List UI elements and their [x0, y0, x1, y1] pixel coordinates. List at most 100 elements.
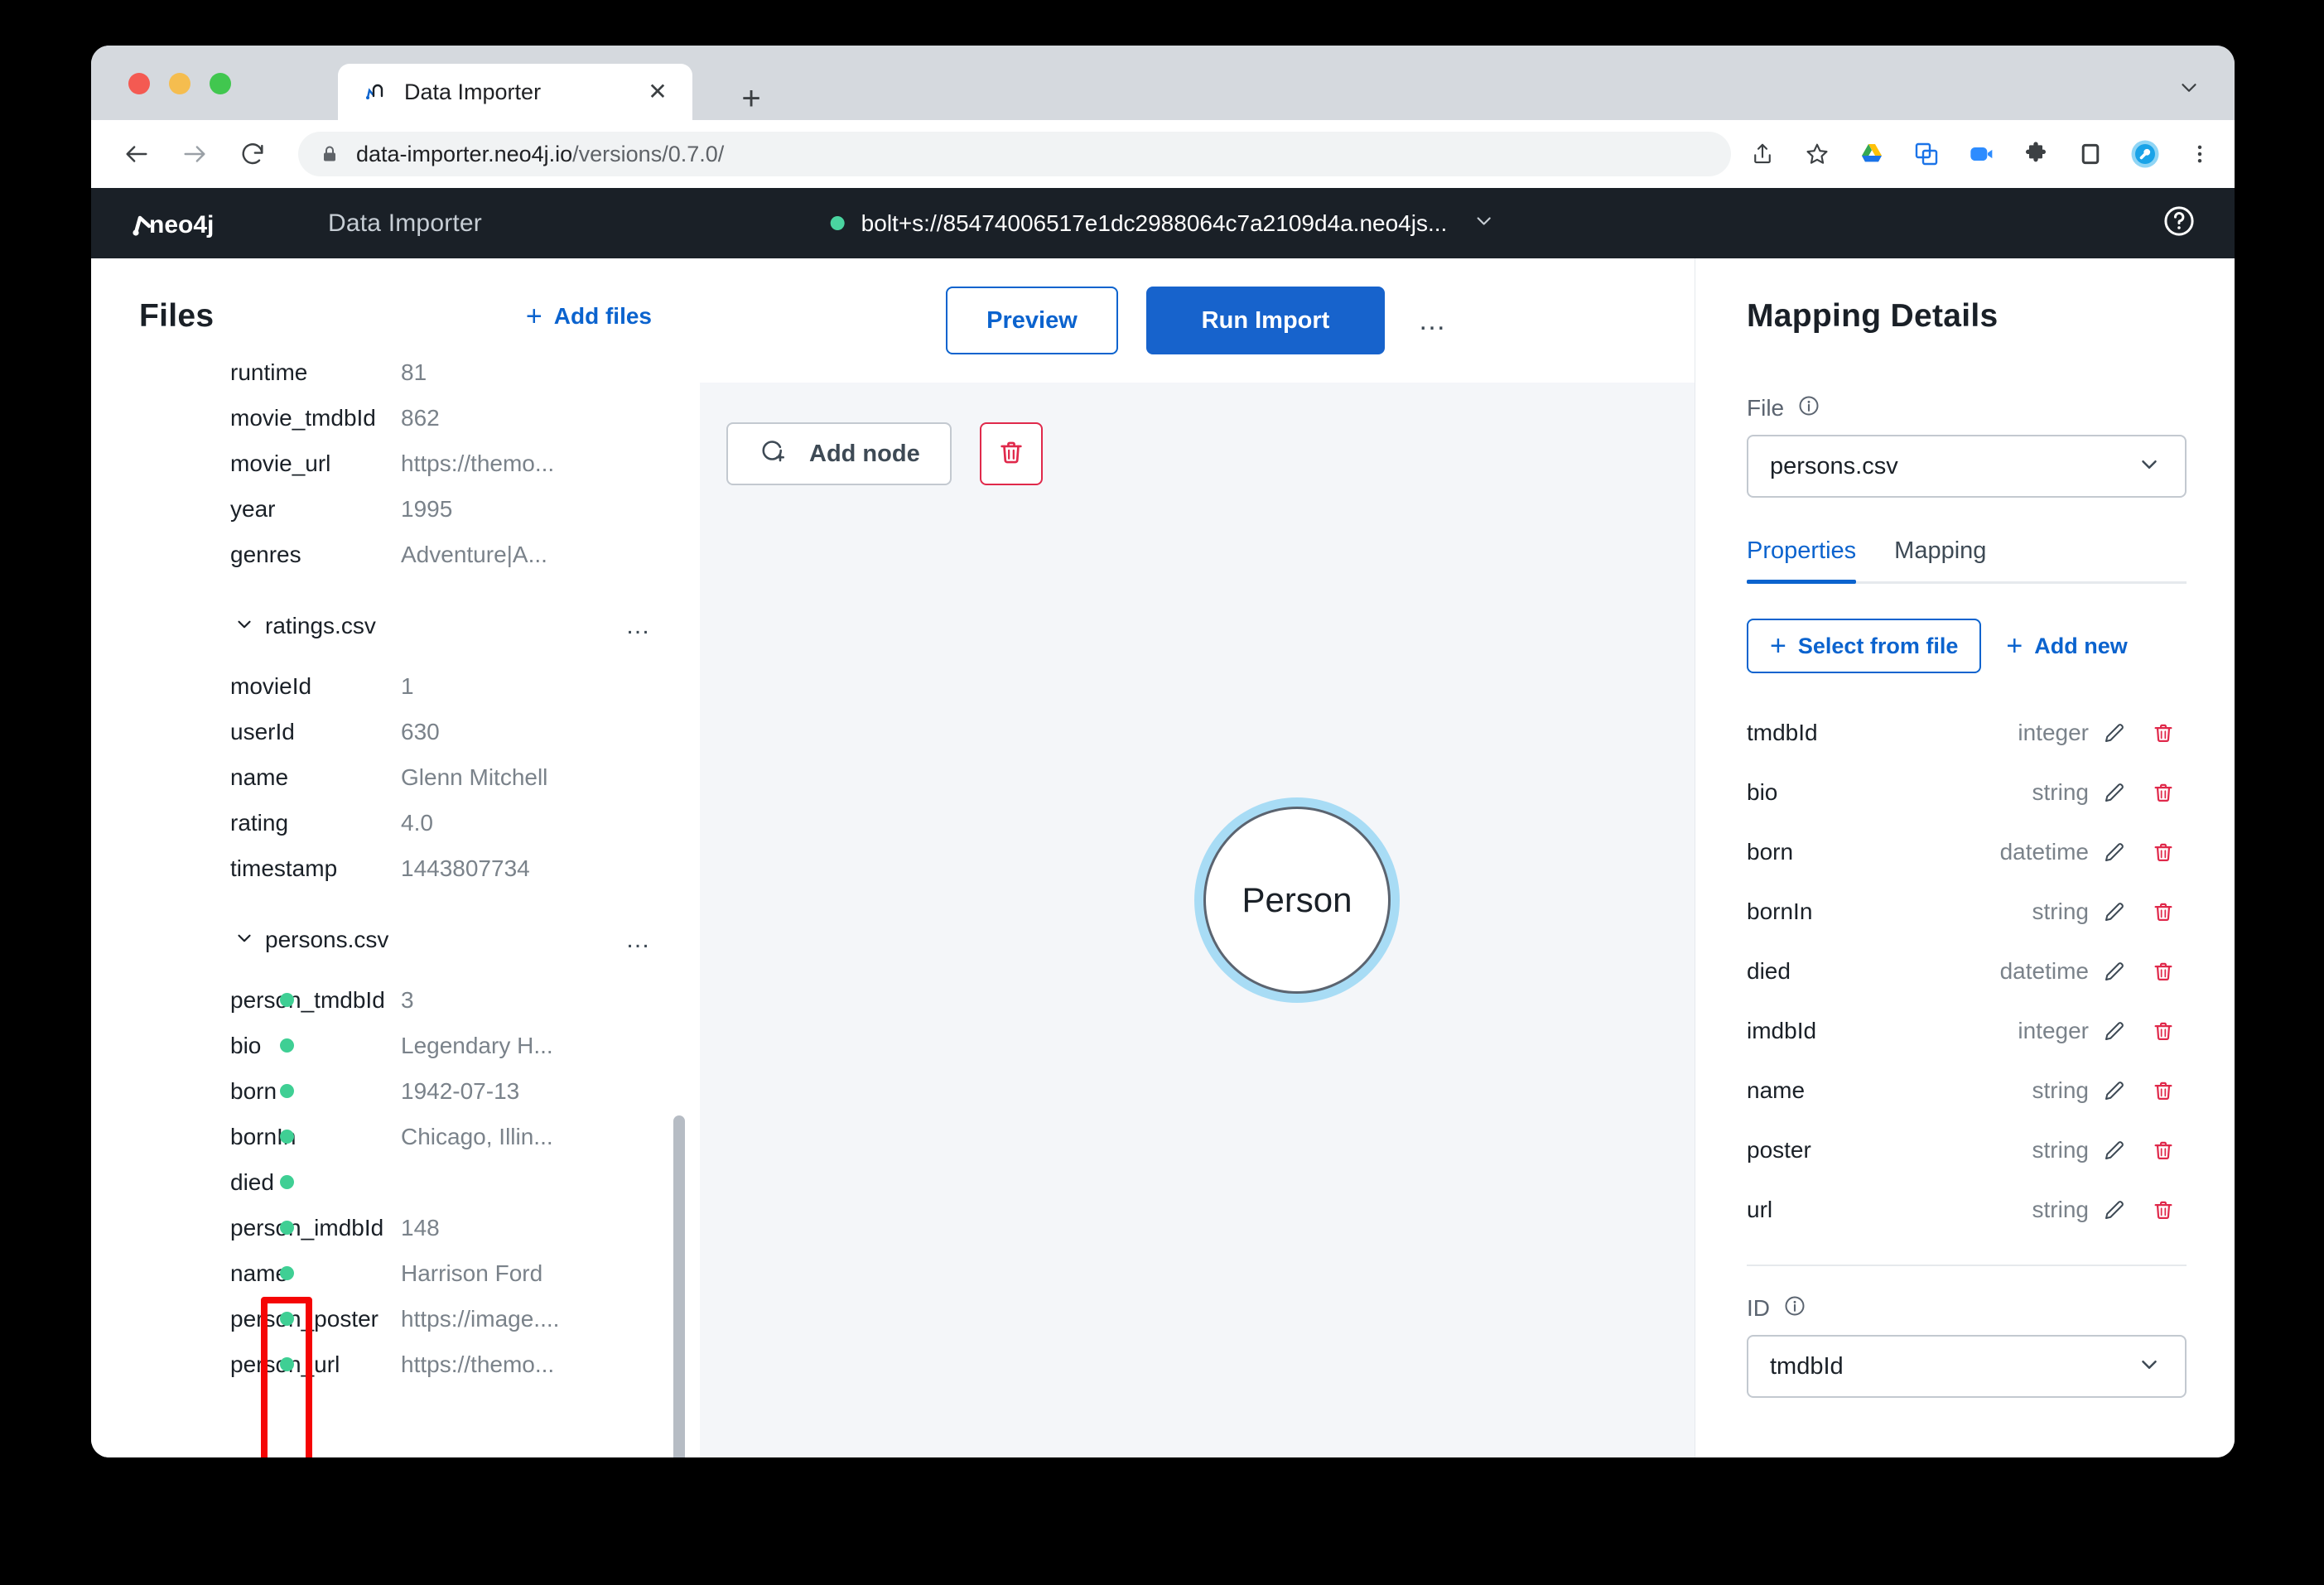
tab-properties[interactable]: Properties	[1747, 537, 1856, 581]
trash-icon[interactable]	[2140, 721, 2187, 744]
pencil-icon[interactable]	[2089, 1078, 2140, 1103]
more-vertical-icon[interactable]	[2183, 137, 2216, 171]
side-panel-icon[interactable]	[2074, 137, 2107, 171]
pencil-icon[interactable]	[2089, 840, 2140, 865]
more-horizontal-icon[interactable]: …	[625, 619, 652, 634]
trash-icon[interactable]	[2140, 1198, 2187, 1221]
share-icon[interactable]	[1746, 137, 1779, 171]
info-icon[interactable]	[1797, 394, 1820, 422]
lock-icon	[320, 144, 340, 164]
chevron-down-icon[interactable]	[1472, 210, 1495, 237]
chevron-down-icon[interactable]	[2177, 75, 2201, 104]
chevron-down-icon[interactable]	[234, 927, 255, 953]
trash-icon[interactable]	[2140, 1019, 2187, 1043]
neo4j-logo-icon[interactable]: neo4j	[131, 205, 253, 242]
trash-icon[interactable]	[2140, 841, 2187, 864]
file-group-header-ratings[interactable]: ratings.csv …	[91, 600, 700, 652]
file-field-row[interactable]: movie_tmdbId 862	[91, 395, 700, 441]
connection-selector[interactable]: bolt+s://85474006517e1dc2988064c7a2109d4…	[831, 210, 1496, 237]
chevron-down-icon[interactable]	[234, 614, 255, 639]
preview-button[interactable]: Preview	[946, 287, 1118, 354]
run-import-button[interactable]: Run Import	[1146, 287, 1385, 354]
pencil-icon[interactable]	[2089, 1019, 2140, 1043]
file-field-row[interactable]: rating 4.0	[91, 800, 700, 845]
file-field-row[interactable]: person_url https://themo...	[91, 1342, 700, 1387]
info-icon[interactable]	[1783, 1294, 1806, 1322]
file-field-row[interactable]: person_tmdbId 3	[91, 977, 700, 1023]
new-tab-button[interactable]: +	[733, 80, 769, 117]
pencil-icon[interactable]	[2089, 1138, 2140, 1163]
add-node-button[interactable]: Add node	[726, 422, 952, 485]
more-horizontal-icon[interactable]: …	[625, 932, 652, 947]
trash-icon[interactable]	[2140, 900, 2187, 923]
files-panel-scrollbar[interactable]	[673, 1115, 685, 1457]
help-circle-icon[interactable]	[2162, 204, 2196, 243]
pencil-icon[interactable]	[2089, 959, 2140, 984]
file-field-row[interactable]: movieId 1	[91, 663, 700, 709]
property-row[interactable]: poster string	[1747, 1120, 2187, 1180]
star-icon[interactable]	[1801, 137, 1834, 171]
add-new-property-button[interactable]: + Add new	[2006, 632, 2127, 660]
screenshot-icon[interactable]	[1910, 137, 1943, 171]
file-field-row[interactable]: timestamp 1443807734	[91, 845, 700, 891]
file-field-row[interactable]: genres Adventure|A...	[91, 532, 700, 577]
files-list-scroll[interactable]: runtime 81 movie_tmdbId 862 movie_url ht…	[91, 349, 700, 1457]
property-row[interactable]: tmdbId integer	[1747, 703, 2187, 763]
delete-node-button[interactable]	[980, 422, 1043, 485]
pencil-icon[interactable]	[2089, 899, 2140, 924]
close-tab-icon[interactable]: ✕	[644, 79, 671, 105]
canvas-node-toolbar: Add node	[726, 422, 1043, 485]
maximize-window-button[interactable]	[210, 73, 231, 94]
property-row[interactable]: bornIn string	[1747, 882, 2187, 942]
browser-toolbar-icons	[1746, 137, 2216, 171]
property-row[interactable]: born datetime	[1747, 822, 2187, 882]
file-field-name: bornIn	[230, 1124, 401, 1150]
forward-button[interactable]	[172, 132, 217, 176]
pencil-icon[interactable]	[2089, 720, 2140, 745]
browser-tab[interactable]: Data Importer ✕	[338, 64, 692, 120]
graph-canvas[interactable]: Add node	[700, 383, 1695, 1457]
property-row[interactable]: died datetime	[1747, 942, 2187, 1001]
file-field-row[interactable]: person_poster https://image....	[91, 1296, 700, 1342]
file-field-row[interactable]: person_imdbId 148	[91, 1205, 700, 1250]
trash-icon[interactable]	[2140, 1079, 2187, 1102]
property-row[interactable]: url string	[1747, 1180, 2187, 1240]
add-files-button[interactable]: + Add files	[526, 302, 652, 330]
file-group-header-persons[interactable]: persons.csv …	[91, 914, 700, 966]
extensions-puzzle-icon[interactable]	[2019, 137, 2052, 171]
property-row[interactable]: name string	[1747, 1061, 2187, 1120]
file-field-row[interactable]: runtime 81	[91, 349, 700, 395]
minimize-window-button[interactable]	[169, 73, 190, 94]
chevron-down-icon[interactable]	[2137, 1352, 2162, 1381]
chevron-down-icon[interactable]	[2137, 452, 2162, 481]
zoom-icon[interactable]	[1965, 137, 1998, 171]
back-button[interactable]	[114, 132, 159, 176]
file-field-row[interactable]: year 1995	[91, 486, 700, 532]
profile-avatar-icon[interactable]	[2129, 137, 2162, 171]
file-field-row[interactable]: born 1942-07-13	[91, 1068, 700, 1114]
file-field-row[interactable]: name Harrison Ford	[91, 1250, 700, 1296]
select-from-file-button[interactable]: + Select from file	[1747, 619, 1981, 673]
close-window-button[interactable]	[128, 73, 150, 94]
trash-icon[interactable]	[2140, 1139, 2187, 1162]
pencil-icon[interactable]	[2089, 780, 2140, 805]
trash-icon[interactable]	[2140, 960, 2187, 983]
trash-icon[interactable]	[2140, 781, 2187, 804]
file-field-row[interactable]: movie_url https://themo...	[91, 441, 700, 486]
graph-node-person[interactable]: Person	[1203, 807, 1391, 994]
id-select[interactable]: tmdbId	[1747, 1335, 2187, 1398]
google-drive-icon[interactable]	[1855, 137, 1888, 171]
property-row[interactable]: bio string	[1747, 763, 2187, 822]
property-row[interactable]: imdbId integer	[1747, 1001, 2187, 1061]
file-field-row[interactable]: bornIn Chicago, Illin...	[91, 1114, 700, 1159]
file-field-row[interactable]: userId 630	[91, 709, 700, 754]
reload-button[interactable]	[230, 132, 275, 176]
file-field-row[interactable]: bio Legendary H...	[91, 1023, 700, 1068]
file-field-row[interactable]: name Glenn Mitchell	[91, 754, 700, 800]
file-field-row[interactable]: died	[91, 1159, 700, 1205]
address-bar[interactable]: data-importer.neo4j.io/versions/0.7.0/	[298, 132, 1731, 176]
file-select[interactable]: persons.csv	[1747, 435, 2187, 498]
pencil-icon[interactable]	[2089, 1197, 2140, 1222]
more-horizontal-icon[interactable]: …	[1418, 313, 1449, 329]
tab-mapping[interactable]: Mapping	[1894, 537, 1986, 581]
